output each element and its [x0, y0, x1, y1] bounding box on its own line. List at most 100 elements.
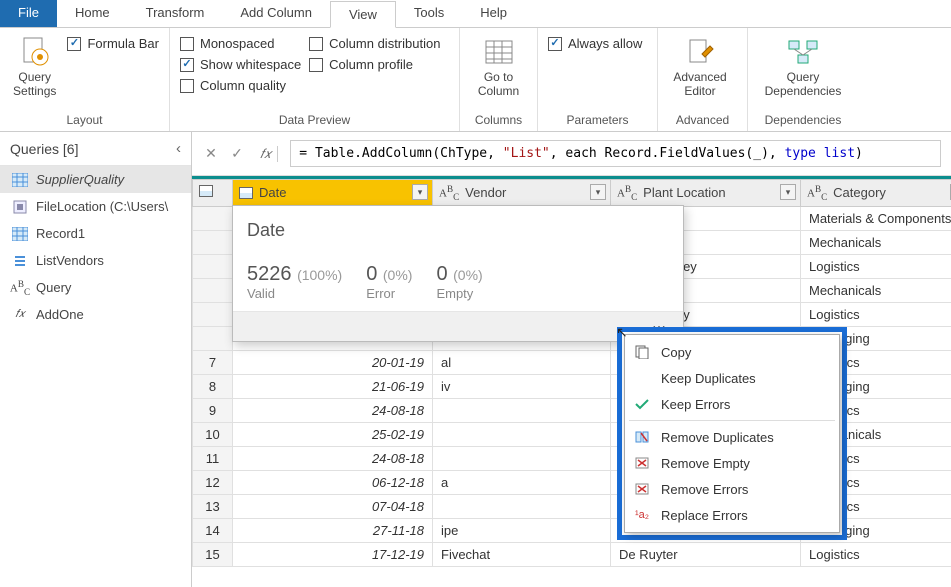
- query-dependencies-button[interactable]: Query Dependencies: [758, 34, 848, 98]
- cell-date[interactable]: 24-08-18: [233, 398, 433, 422]
- menu-item-icon: [633, 396, 651, 412]
- column-header[interactable]: ABCPlant Location▾: [611, 180, 801, 207]
- column-header[interactable]: [193, 180, 233, 207]
- column-header[interactable]: Date▾: [233, 180, 433, 207]
- cell-vendor[interactable]: iv: [433, 374, 611, 398]
- formula-text: = Table.AddColumn(ChType,: [299, 146, 503, 161]
- menu-item[interactable]: Copy: [625, 339, 839, 365]
- cell-category[interactable]: Mechanicals: [801, 230, 951, 254]
- query-item[interactable]: FileLocation (C:\Users\: [0, 193, 191, 220]
- query-label: Record1: [36, 226, 85, 241]
- text-type-icon: ABC: [807, 184, 827, 202]
- goto-column-label: Go to Column: [478, 70, 519, 98]
- cell-category[interactable]: Logistics: [801, 542, 951, 566]
- file-menu[interactable]: File: [0, 0, 57, 27]
- column-profile-popup: Date 5226 (100%) Valid 0 (0%) Error 0 (0…: [232, 205, 684, 342]
- query-item[interactable]: ABCQuery: [0, 274, 191, 301]
- formula-input[interactable]: = Table.AddColumn(ChType, "List", each R…: [290, 140, 941, 167]
- row-number: 10: [193, 422, 233, 446]
- cell-vendor[interactable]: ipe: [433, 518, 611, 542]
- query-icon: 𝑓𝑥: [12, 308, 28, 322]
- query-icon: [12, 173, 28, 187]
- query-icon: [12, 200, 28, 214]
- highlight-box: ↖ CopyKeep DuplicatesKeep ErrorsRemove D…: [617, 327, 847, 540]
- menu-item-icon: [633, 429, 651, 445]
- cell-vendor[interactable]: al: [433, 350, 611, 374]
- menu-item[interactable]: Keep Duplicates: [625, 365, 839, 391]
- cell-vendor[interactable]: Fivechat: [433, 542, 611, 566]
- filter-dropdown-button[interactable]: ▾: [780, 184, 796, 200]
- cell-date[interactable]: 25-02-19: [233, 422, 433, 446]
- menu-item-label: Replace Errors: [661, 508, 748, 523]
- cell-vendor[interactable]: [433, 494, 611, 518]
- context-menu: CopyKeep DuplicatesKeep Errors Remove Dup…: [624, 334, 840, 533]
- column-header[interactable]: ABCCategory▾: [801, 180, 951, 207]
- row-number: 9: [193, 398, 233, 422]
- whitespace-checkbox[interactable]: Show whitespace: [180, 57, 301, 72]
- accept-formula-button[interactable]: ✓: [228, 145, 246, 162]
- column-header[interactable]: ABCVendor▾: [433, 180, 611, 207]
- menu-item[interactable]: ¹a₂ Replace Errors: [625, 502, 839, 528]
- cell-plant[interactable]: De Ruyter: [611, 542, 801, 566]
- query-settings-button[interactable]: Query Settings: [10, 34, 59, 98]
- cell-date[interactable]: 17-12-19: [233, 542, 433, 566]
- formula-bar-checkbox[interactable]: Formula Bar: [67, 36, 159, 51]
- cell-date[interactable]: 20-01-19: [233, 350, 433, 374]
- quality-checkbox[interactable]: Column quality: [180, 78, 301, 93]
- tab-help[interactable]: Help: [462, 0, 525, 27]
- checkbox-icon: [309, 37, 323, 51]
- query-item[interactable]: SupplierQuality: [0, 166, 191, 193]
- query-item[interactable]: ListVendors: [0, 247, 191, 274]
- row-number: [193, 302, 233, 326]
- queries-pane: Queries [6] ‹ SupplierQualityFileLocatio…: [0, 132, 192, 587]
- monospaced-label: Monospaced: [200, 36, 274, 51]
- menu-bar: File Home Transform Add Column View Tool…: [0, 0, 951, 28]
- tab-home[interactable]: Home: [57, 0, 128, 27]
- checkbox-icon: [180, 79, 194, 93]
- query-item[interactable]: Record1: [0, 220, 191, 247]
- distribution-checkbox[interactable]: Column distribution: [309, 36, 440, 51]
- collapse-pane-button[interactable]: ‹: [176, 140, 181, 157]
- formula-text: ): [855, 146, 863, 161]
- menu-item-label: Remove Errors: [661, 482, 748, 497]
- cell-category[interactable]: Mechanicals: [801, 278, 951, 302]
- cell-vendor[interactable]: a: [433, 470, 611, 494]
- goto-column-button[interactable]: Go to Column: [470, 34, 527, 98]
- always-allow-checkbox[interactable]: Always allow: [548, 36, 642, 51]
- cell-category[interactable]: Logistics: [801, 302, 951, 326]
- tab-tools[interactable]: Tools: [396, 0, 462, 27]
- error-count: 0: [366, 263, 377, 285]
- tab-transform[interactable]: Transform: [128, 0, 223, 27]
- cell-vendor[interactable]: [433, 446, 611, 470]
- cell-category[interactable]: Logistics: [801, 254, 951, 278]
- menu-item[interactable]: Remove Duplicates: [625, 424, 839, 450]
- cell-vendor[interactable]: [433, 422, 611, 446]
- profile-checkbox[interactable]: Column profile: [309, 57, 440, 72]
- cell-date[interactable]: 24-08-18: [233, 446, 433, 470]
- cancel-formula-button[interactable]: ✕: [202, 145, 220, 162]
- cell-date[interactable]: 07-04-18: [233, 494, 433, 518]
- cell-date[interactable]: 27-11-18: [233, 518, 433, 542]
- checkbox-icon: [180, 37, 194, 51]
- error-pct: (0%): [383, 267, 413, 283]
- menu-item[interactable]: Keep Errors: [625, 391, 839, 417]
- cell-category[interactable]: Materials & Components: [801, 206, 951, 230]
- tab-view[interactable]: View: [330, 1, 396, 28]
- menu-item[interactable]: Remove Errors: [625, 476, 839, 502]
- monospaced-checkbox[interactable]: Monospaced: [180, 36, 301, 51]
- table-type-icon: [239, 187, 253, 199]
- filter-dropdown-button[interactable]: ▾: [412, 184, 428, 200]
- table-row[interactable]: 1517-12-19FivechatDe RuyterLogistics: [193, 542, 951, 566]
- ribbon: Query Settings Formula Bar Layout Monosp…: [0, 28, 951, 132]
- menu-item-icon: ¹a₂: [633, 507, 651, 523]
- cell-date[interactable]: 21-06-19: [233, 374, 433, 398]
- profile-label: Column profile: [329, 57, 413, 72]
- cell-vendor[interactable]: [433, 398, 611, 422]
- filter-dropdown-button[interactable]: ▾: [590, 184, 606, 200]
- query-item[interactable]: 𝑓𝑥 AddOne: [0, 301, 191, 328]
- query-label: AddOne: [36, 307, 84, 322]
- advanced-editor-button[interactable]: Advanced Editor: [668, 34, 732, 98]
- cell-date[interactable]: 06-12-18: [233, 470, 433, 494]
- menu-item[interactable]: Remove Empty: [625, 450, 839, 476]
- tab-add-column[interactable]: Add Column: [222, 0, 330, 27]
